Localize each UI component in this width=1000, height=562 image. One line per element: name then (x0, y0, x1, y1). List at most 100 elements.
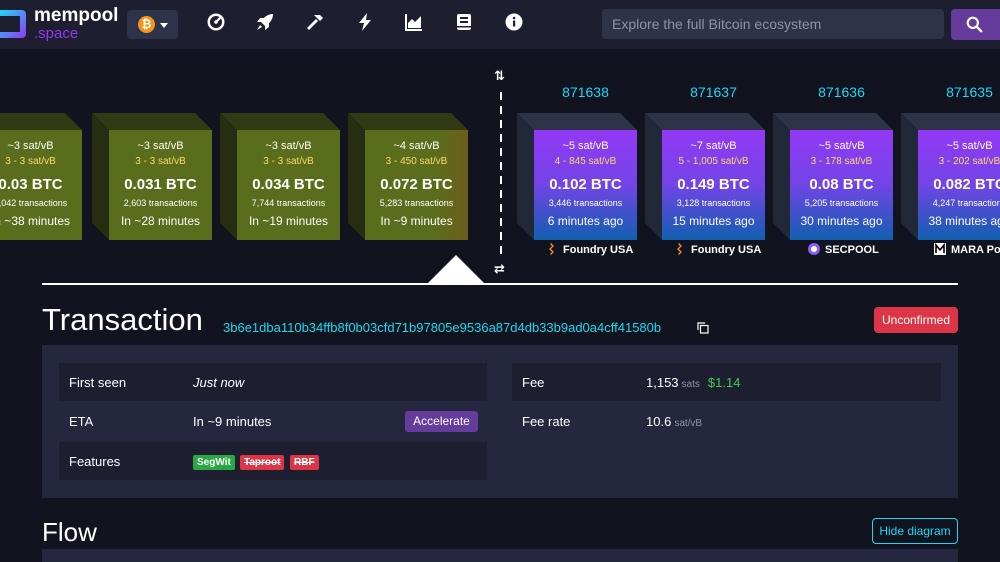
block-eta: In ~28 minutes (120, 214, 201, 228)
features-label: Features (69, 454, 121, 469)
mining-pool-label[interactable]: SECPOOL (808, 243, 879, 259)
block-tx-count: 2,603 transactions (123, 198, 198, 208)
block-eta: In ~38 minutes (0, 214, 71, 228)
mined-block[interactable]: ~5 sat/vB 4 - 845 sat/vB 0.102 BTC 3,446… (517, 113, 637, 240)
search-input[interactable] (602, 9, 944, 39)
block-tx-count: 3,128 transactions (676, 198, 751, 208)
block-age: 38 minutes ago (928, 214, 1000, 228)
book-icon[interactable] (454, 12, 474, 32)
mined-block[interactable]: ~5 sat/vB 3 - 202 sat/vB 0.082 BTC 4,247… (901, 113, 1000, 240)
dashboard-icon[interactable] (206, 12, 226, 32)
block-median-fee: ~7 sat/vB (690, 140, 737, 152)
first-seen-value: Just now (193, 375, 245, 390)
info-icon[interactable] (504, 12, 524, 32)
fee-rate-label: Fee rate (522, 414, 571, 429)
block-tx-count: 4,247 transactions (932, 198, 1000, 208)
block-tx-count: 5,283 transactions (379, 198, 454, 208)
pool-name: SECPOOL (825, 244, 879, 256)
block-fee-range: 3 - 178 sat/vB (810, 156, 873, 167)
taproot-badge[interactable]: Taproot (240, 455, 285, 470)
top-navbar: mempool .space ₿ (0, 0, 1000, 49)
page-title: Transaction (42, 302, 203, 337)
block-median-fee: ~5 sat/vB (946, 140, 993, 152)
section-divider (42, 283, 958, 285)
block-fee-range: 3 - 450 sat/vB (385, 156, 448, 167)
block-size: 0.102 BTC (549, 176, 622, 193)
bitcoin-icon: ₿ (138, 16, 155, 33)
block-fee-range: 3 - 3 sat/vB (263, 156, 314, 167)
search-button[interactable] (951, 9, 1000, 40)
search-icon (966, 16, 983, 33)
mined-block[interactable]: ~7 sat/vB 5 - 1,005 sat/vB 0.149 BTC 3,1… (645, 113, 765, 240)
rbf-badge[interactable]: RBF (290, 455, 319, 470)
foundry-pool-icon (674, 243, 686, 255)
block-tx-count: 3,446 transactions (548, 198, 623, 208)
mempool-block[interactable]: ~3 sat/vB 3 - 3 sat/vB 0.03 BTC 1,042 tr… (0, 113, 82, 240)
fee-usd: $1.14 (707, 375, 741, 390)
mara-pool-icon (934, 242, 946, 255)
brand-domain: .space (34, 25, 79, 42)
accelerate-button[interactable]: Accelerate (405, 411, 478, 432)
block-fee-range: 3 - 202 sat/vB (938, 156, 1000, 167)
swap-horizontal-icon[interactable]: ⇄ (494, 261, 505, 277)
hammer-icon[interactable] (305, 12, 325, 32)
pool-name: Foundry USA (563, 244, 634, 256)
rocket-icon[interactable] (255, 12, 275, 32)
block-height-link[interactable]: 871636 (790, 84, 893, 100)
segwit-badge[interactable]: SegWit (193, 455, 235, 470)
block-median-fee: ~4 sat/vB (393, 140, 440, 152)
block-height-link[interactable]: 871635 (918, 84, 1000, 100)
mempool-logo-icon[interactable] (0, 10, 26, 38)
fee-value: 1,153 sats $1.14 (646, 375, 740, 390)
mining-pool-label[interactable]: MARA Pool (934, 242, 1000, 259)
foundry-pool-icon (546, 243, 558, 255)
hide-diagram-button[interactable]: Hide diagram (872, 518, 958, 544)
chart-icon[interactable] (404, 12, 424, 32)
mining-pool-label[interactable]: Foundry USA (546, 243, 633, 259)
mempool-logo-text[interactable]: mempool .space (34, 6, 118, 41)
mempool-block[interactable]: ~3 sat/vB 3 - 3 sat/vB 0.031 BTC 2,603 t… (92, 113, 212, 240)
mempool-block-next[interactable]: ~4 sat/vB 3 - 450 sat/vB 0.072 BTC 5,283… (348, 113, 468, 240)
copy-icon[interactable] (697, 321, 709, 334)
transaction-id-link[interactable]: 3b6e1dba110b34ffb8f0b03cfd71b97805e9536a… (223, 320, 661, 335)
block-median-fee: ~5 sat/vB (818, 140, 865, 152)
mining-pool-label[interactable]: Foundry USA (674, 243, 761, 259)
block-tx-count: 1,042 transactions (0, 198, 68, 208)
block-face: ~5 sat/vB 3 - 178 sat/vB 0.08 BTC 5,205 … (790, 130, 893, 240)
block-height-link[interactable]: 871637 (662, 84, 765, 100)
block-size: 0.072 BTC (380, 176, 453, 193)
block-size: 0.082 BTC (933, 176, 1000, 193)
block-size: 0.149 BTC (677, 176, 750, 193)
block-size: 0.03 BTC (0, 176, 63, 193)
fee-rate-amount: 10.6 (646, 414, 672, 429)
block-age: 6 minutes ago (547, 214, 624, 228)
block-face: ~4 sat/vB 3 - 450 sat/vB 0.072 BTC 5,283… (365, 130, 468, 240)
block-height-link[interactable]: 871638 (534, 84, 637, 100)
fee-rate-row: Fee rate 10.6 sat/vB (512, 402, 941, 440)
first-seen-row: First seen Just now (59, 363, 487, 401)
block-median-fee: ~5 sat/vB (562, 140, 609, 152)
selected-block-arrow (427, 255, 485, 284)
block-size: 0.08 BTC (809, 176, 874, 193)
flow-diagram-panel (42, 549, 958, 562)
mined-block[interactable]: ~5 sat/vB 3 - 178 sat/vB 0.08 BTC 5,205 … (773, 113, 893, 240)
block-face: ~5 sat/vB 3 - 202 sat/vB 0.082 BTC 4,247… (918, 130, 1000, 240)
brand-name: mempool (34, 5, 119, 26)
mempool-block[interactable]: ~3 sat/vB 3 - 3 sat/vB 0.034 BTC 7,744 t… (220, 113, 340, 240)
block-fee-range: 3 - 3 sat/vB (5, 156, 56, 167)
block-face: ~3 sat/vB 3 - 3 sat/vB 0.034 BTC 7,744 t… (237, 130, 340, 240)
block-eta: In ~19 minutes (248, 214, 329, 228)
block-age: 30 minutes ago (800, 214, 883, 228)
fee-rate-unit: sat/vB (674, 418, 703, 429)
block-median-fee: ~3 sat/vB (7, 140, 54, 152)
block-face: ~7 sat/vB 5 - 1,005 sat/vB 0.149 BTC 3,1… (662, 130, 765, 240)
pool-name: Foundry USA (691, 244, 762, 256)
secpool-icon (808, 243, 820, 255)
fee-rate-value: 10.6 sat/vB (646, 414, 702, 429)
chevron-down-icon (160, 23, 168, 28)
block-fee-range: 4 - 845 sat/vB (554, 156, 617, 167)
swap-vertical-icon[interactable]: ⇅ (494, 68, 505, 84)
lightning-icon[interactable] (355, 12, 375, 32)
mempool-blockchain-divider (500, 92, 502, 257)
network-selector[interactable]: ₿ (127, 10, 178, 39)
